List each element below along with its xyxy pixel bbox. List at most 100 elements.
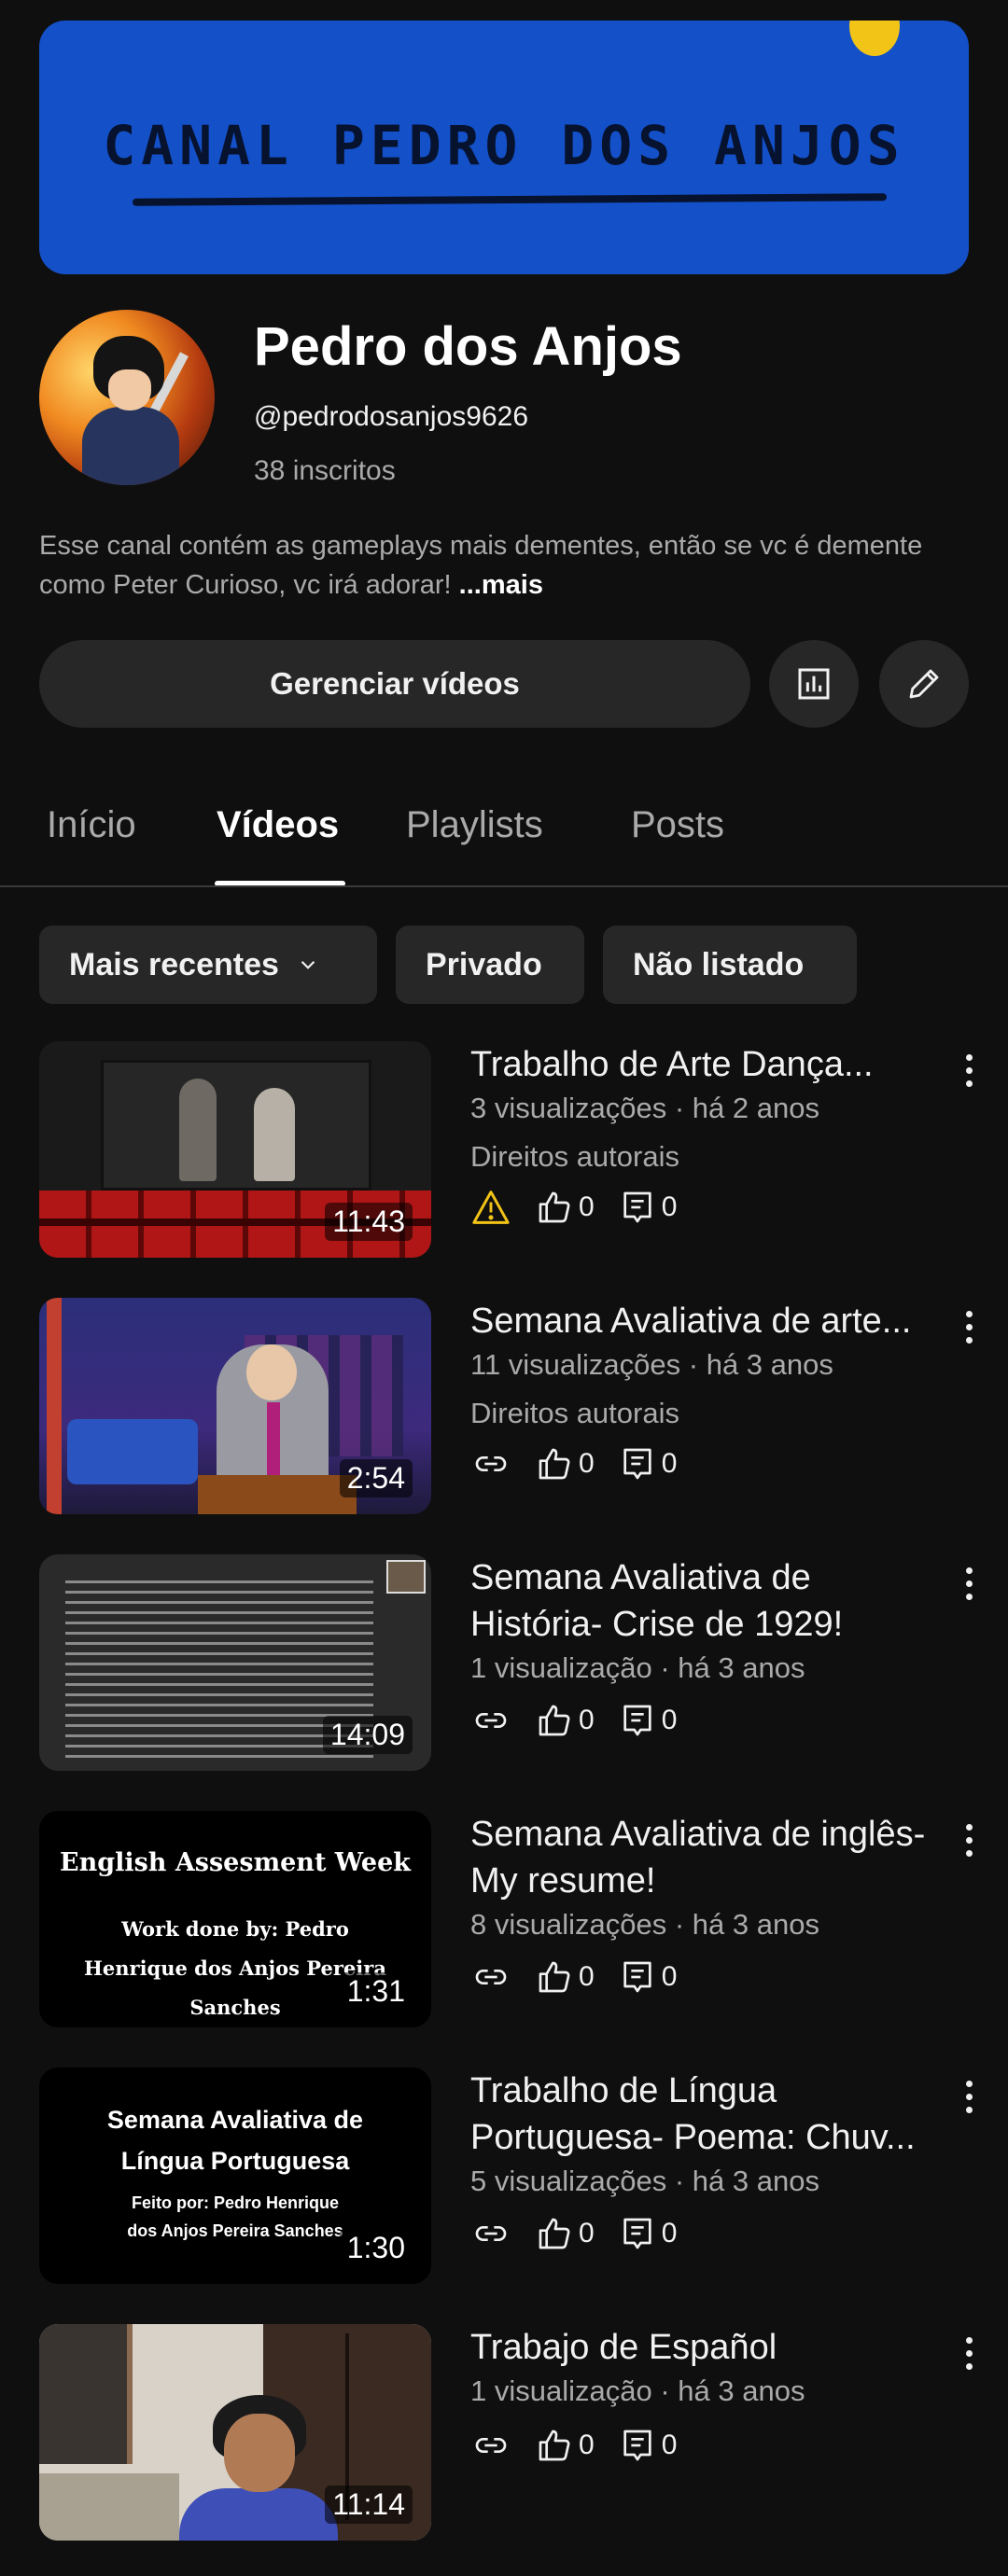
like-count: 0	[579, 2218, 595, 2249]
video-title[interactable]: Semana Avaliativa de História- Crise de …	[470, 1554, 937, 1648]
more-options-icon[interactable]	[952, 2073, 986, 2120]
video-meta: 11 visualizações · há 3 anos	[470, 1348, 833, 1381]
thumb-title-text: English Assesment Week	[60, 1848, 411, 1877]
video-duration: 1:30	[339, 2229, 413, 2267]
thumbs-up-icon	[536, 2215, 573, 2252]
comment-icon	[619, 1445, 656, 1483]
thumbs-up-icon	[536, 1445, 573, 1483]
video-stats: 0 0	[470, 1702, 701, 1739]
video-thumbnail[interactable]: Semana Avaliativa de Língua Portuguesa F…	[39, 2068, 431, 2284]
thumb-person-face-shape	[224, 2414, 295, 2492]
video-meta: 1 visualização · há 3 anos	[470, 1651, 805, 1684]
video-item[interactable]: 11:14 Trabajo de Español 1 visualização …	[0, 2324, 1008, 2576]
video-title[interactable]: Semana Avaliativa de inglês- My resume!	[470, 1811, 937, 1904]
video-thumbnail[interactable]: English Assesment Week Work done by: Ped…	[39, 1811, 431, 2027]
video-thumbnail[interactable]: 14:09	[39, 1554, 431, 1771]
video-title[interactable]: Semana Avaliativa de arte...	[470, 1298, 937, 1344]
unlisted-label: Não listado	[633, 946, 805, 982]
comment-count: 0	[661, 1705, 678, 1735]
link-icon[interactable]	[470, 2427, 511, 2464]
banner-title: CANAL PEDRO DOS ANJOS	[103, 114, 905, 177]
video-item[interactable]: Semana Avaliativa de Língua Portuguesa F…	[0, 2068, 1008, 2324]
thumb-host-head-shape	[246, 1344, 297, 1400]
avatar-face-shape	[108, 369, 151, 411]
comment-icon	[619, 1958, 656, 1996]
video-meta: 8 visualizações · há 3 anos	[470, 1908, 819, 1941]
thumb-window-shape	[39, 2324, 133, 2464]
video-title[interactable]: Trabalho de Língua Portuguesa- Poema: Ch…	[470, 2068, 937, 2161]
channel-banner: CANAL PEDRO DOS ANJOS	[39, 21, 969, 274]
more-options-icon[interactable]	[952, 1817, 986, 1863]
chevron-down-icon	[296, 953, 320, 977]
comment-count: 0	[661, 1448, 678, 1479]
thumbs-up-icon	[536, 1189, 573, 1226]
video-restriction: Direitos autorais	[470, 1140, 679, 1173]
analytics-button[interactable]	[769, 640, 859, 728]
more-options-icon[interactable]	[952, 2330, 986, 2376]
banner-sun-shape	[849, 21, 900, 56]
thumb-webcam-shape	[386, 1560, 426, 1594]
sort-dropdown-chip[interactable]: Mais recentes	[39, 926, 377, 1004]
tab-posts[interactable]: Posts	[631, 804, 724, 846]
video-title[interactable]: Trabajo de Español	[470, 2324, 937, 2371]
link-icon[interactable]	[470, 1445, 511, 1483]
like-count: 0	[579, 1191, 595, 1222]
comment-count: 0	[661, 1191, 678, 1222]
video-item[interactable]: 14:09 Semana Avaliativa de História- Cri…	[0, 1554, 1008, 1811]
comment-icon	[619, 2215, 656, 2252]
video-duration: 11:43	[325, 1203, 413, 1241]
comment-count: 0	[661, 2218, 678, 2249]
thumb-dancer-shape	[254, 1088, 295, 1181]
tab-inicio[interactable]: Início	[47, 804, 136, 846]
link-icon[interactable]	[470, 1958, 511, 1996]
video-stats: 0 0	[470, 1958, 701, 1996]
video-item[interactable]: 11:43 Trabalho de Arte Dança... 3 visual…	[0, 1041, 1008, 1298]
video-stats: 0 0	[470, 1189, 701, 1226]
video-stats: 0 0	[470, 2427, 701, 2464]
video-title[interactable]: Trabalho de Arte Dança...	[470, 1041, 937, 1088]
manage-videos-button[interactable]: Gerenciar vídeos	[39, 640, 750, 728]
unlisted-filter-chip[interactable]: Não listado	[603, 926, 857, 1004]
comment-count: 0	[661, 1961, 678, 1992]
channel-page: CANAL PEDRO DOS ANJOS Pedro dos Anjos @p…	[0, 0, 1008, 2576]
video-thumbnail[interactable]: 11:43	[39, 1041, 431, 1258]
link-icon[interactable]	[470, 2215, 511, 2252]
more-options-icon[interactable]	[952, 1560, 986, 1607]
video-meta: 3 visualizações · há 2 anos	[470, 1092, 819, 1124]
comment-icon	[619, 2427, 656, 2464]
video-duration: 2:54	[339, 1459, 413, 1497]
more-link[interactable]: ...mais	[459, 570, 543, 600]
video-item[interactable]: English Assesment Week Work done by: Ped…	[0, 1811, 1008, 2068]
video-list: 11:43 Trabalho de Arte Dança... 3 visual…	[0, 1041, 1008, 2576]
analytics-icon	[798, 668, 830, 700]
channel-avatar[interactable]	[39, 310, 215, 485]
video-meta: 1 visualização · há 3 anos	[470, 2374, 805, 2407]
thumb-sofa-shape	[67, 1419, 198, 1484]
warning-icon[interactable]	[470, 1189, 511, 1226]
thumb-desk-shape	[198, 1475, 357, 1514]
video-thumbnail[interactable]: 2:54	[39, 1298, 431, 1514]
more-options-icon[interactable]	[952, 1303, 986, 1350]
thumb-title-text: Semana Avaliativa de Língua Portuguesa	[106, 2106, 364, 2175]
video-item[interactable]: 2:54 Semana Avaliativa de arte... 11 vis…	[0, 1298, 1008, 1554]
like-count: 0	[579, 1448, 595, 1479]
tab-playlists[interactable]: Playlists	[406, 804, 543, 846]
video-duration: 1:31	[339, 1972, 413, 2011]
tab-videos[interactable]: Vídeos	[217, 804, 339, 846]
video-stats: 0 0	[470, 2215, 701, 2252]
video-stats: 0 0	[470, 1445, 701, 1483]
like-count: 0	[579, 1705, 595, 1735]
more-options-icon[interactable]	[952, 1047, 986, 1093]
subscriber-count: 38 inscritos	[254, 455, 396, 486]
pencil-icon	[909, 669, 939, 699]
thumb-dancer-shape	[179, 1079, 217, 1181]
channel-tabs: Início Vídeos Playlists Posts	[0, 793, 1008, 886]
thumb-person-shirt-shape	[179, 2488, 338, 2541]
thumb-screen-shape	[101, 1060, 371, 1191]
link-icon[interactable]	[470, 1702, 511, 1739]
video-thumbnail[interactable]: 11:14	[39, 2324, 431, 2541]
edit-channel-button[interactable]	[879, 640, 969, 728]
thumb-bed-shape	[39, 2473, 179, 2541]
private-filter-chip[interactable]: Privado	[396, 926, 584, 1004]
channel-description[interactable]: Esse canal contém as gameplays mais deme…	[39, 526, 973, 605]
